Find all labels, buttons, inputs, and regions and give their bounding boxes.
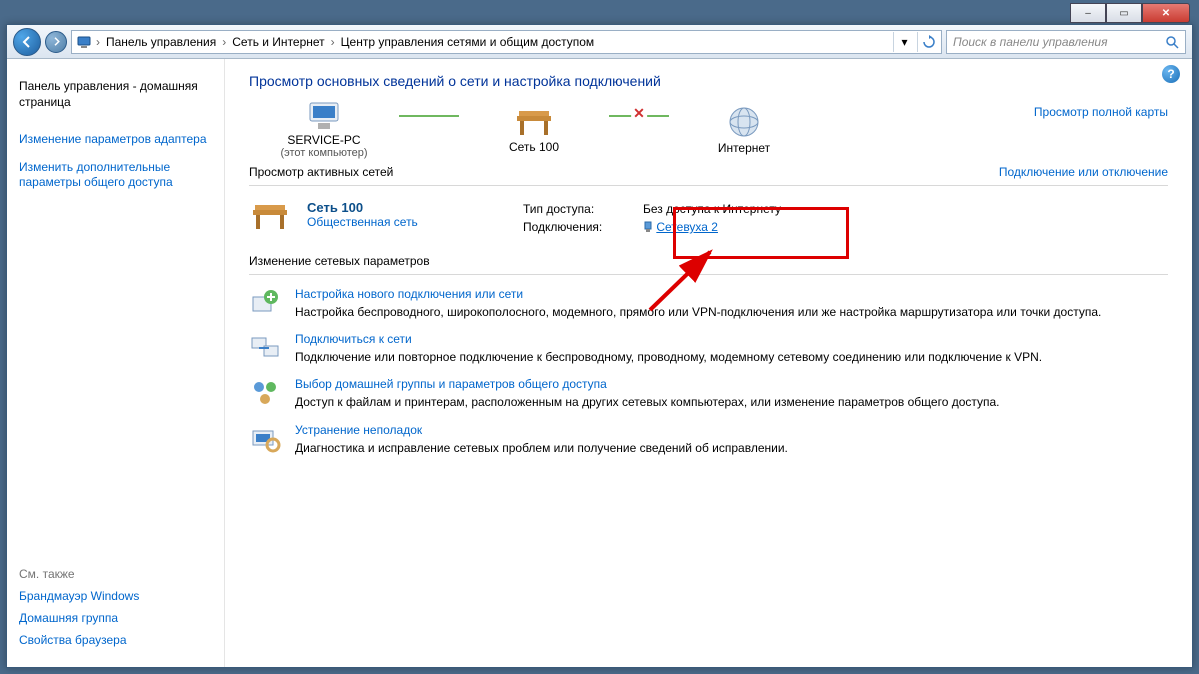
map-internet: Интернет <box>669 105 819 155</box>
change-params-label: Изменение сетевых параметров <box>249 254 430 268</box>
sidebar-link-adapter[interactable]: Изменение параметров адаптера <box>17 128 214 152</box>
page-title: Просмотр основных сведений о сети и наст… <box>249 73 1168 89</box>
new-connection-icon <box>249 287 281 319</box>
search-input[interactable]: Поиск в панели управления <box>946 30 1186 54</box>
see-also-heading: См. также <box>17 563 214 585</box>
task-desc: Настройка беспроводного, широкополосного… <box>295 304 1101 320</box>
full-map-link[interactable]: Просмотр полной карты <box>1034 105 1168 119</box>
network-map: SERVICE-PC (этот компьютер) Сеть 100 Инт… <box>249 101 1168 159</box>
crumb-network-internet[interactable]: Сеть и Интернет <box>228 35 328 49</box>
network-name: Сеть 100 <box>307 200 507 215</box>
active-networks-label: Просмотр активных сетей <box>249 165 393 179</box>
refresh-icon[interactable] <box>917 32 939 52</box>
address-bar: › Панель управления › Сеть и Интернет › … <box>7 25 1192 59</box>
task-desc: Подключение или повторное подключение к … <box>295 349 1042 365</box>
map-line-1 <box>399 115 459 117</box>
chevron-right-icon: › <box>94 35 102 49</box>
chevron-right-icon: › <box>329 35 337 49</box>
troubleshoot-icon <box>249 423 281 455</box>
window-controls: – ▭ ✕ <box>1070 3 1190 23</box>
map-network: Сеть 100 <box>459 106 609 154</box>
see-also-homegroup[interactable]: Домашняя группа <box>17 607 214 629</box>
connections-key: Подключения: <box>523 220 643 234</box>
task-title: Настройка нового подключения или сети <box>295 287 1101 301</box>
content-area: Просмотр основных сведений о сети и наст… <box>225 59 1192 667</box>
see-also-firewall[interactable]: Брандмауэр Windows <box>17 585 214 607</box>
see-also-browser[interactable]: Свойства браузера <box>17 629 214 651</box>
maximize-button[interactable]: ▭ <box>1106 3 1142 23</box>
sidebar-link-sharing[interactable]: Изменить дополнительные параметры общего… <box>17 156 214 195</box>
task-title: Подключиться к сети <box>295 332 1042 346</box>
minimize-button[interactable]: – <box>1070 3 1106 23</box>
task-title: Выбор домашней группы и параметров общег… <box>295 377 1000 391</box>
breadcrumb[interactable]: › Панель управления › Сеть и Интернет › … <box>71 30 942 54</box>
sidebar: Панель управления - домашняя страница Из… <box>7 59 225 667</box>
search-icon <box>1165 35 1179 49</box>
task-desc: Диагностика и исправление сетевых пробле… <box>295 440 788 456</box>
network-icon <box>74 32 94 52</box>
task-connect[interactable]: Подключиться к сети Подключение или повт… <box>249 332 1168 365</box>
bench-icon <box>249 200 291 232</box>
access-type-key: Тип доступа: <box>523 202 643 216</box>
crumb-current: Центр управления сетями и общим доступом <box>337 35 599 49</box>
access-type-value: Без доступа к Интернету <box>643 202 1168 216</box>
task-new-connection[interactable]: Настройка нового подключения или сети На… <box>249 287 1168 320</box>
chevron-right-icon: › <box>220 35 228 49</box>
connection-link[interactable]: Сетевуха 2 <box>643 220 1168 234</box>
connect-disconnect-link[interactable]: Подключение или отключение <box>999 165 1168 179</box>
back-button[interactable] <box>13 28 41 56</box>
task-desc: Доступ к файлам и принтерам, расположенн… <box>295 394 1000 410</box>
homegroup-icon <box>249 377 281 409</box>
map-this-pc: SERVICE-PC (этот компьютер) <box>249 101 399 159</box>
task-homegroup[interactable]: Выбор домашней группы и параметров общег… <box>249 377 1168 410</box>
crumb-control-panel[interactable]: Панель управления <box>102 35 220 49</box>
task-title: Устранение неполадок <box>295 423 788 437</box>
close-button[interactable]: ✕ <box>1142 3 1190 23</box>
search-placeholder: Поиск в панели управления <box>953 35 1108 49</box>
sidebar-home[interactable]: Панель управления - домашняя страница <box>17 75 214 114</box>
map-line-broken <box>609 115 669 117</box>
network-type-link[interactable]: Общественная сеть <box>307 215 507 229</box>
task-troubleshoot[interactable]: Устранение неполадок Диагностика и испра… <box>249 423 1168 456</box>
active-network-block: Сеть 100 Общественная сеть Тип доступа: … <box>249 194 1168 248</box>
connect-icon <box>249 332 281 364</box>
forward-button[interactable] <box>45 31 67 53</box>
dropdown-icon[interactable]: ▾ <box>893 32 915 52</box>
